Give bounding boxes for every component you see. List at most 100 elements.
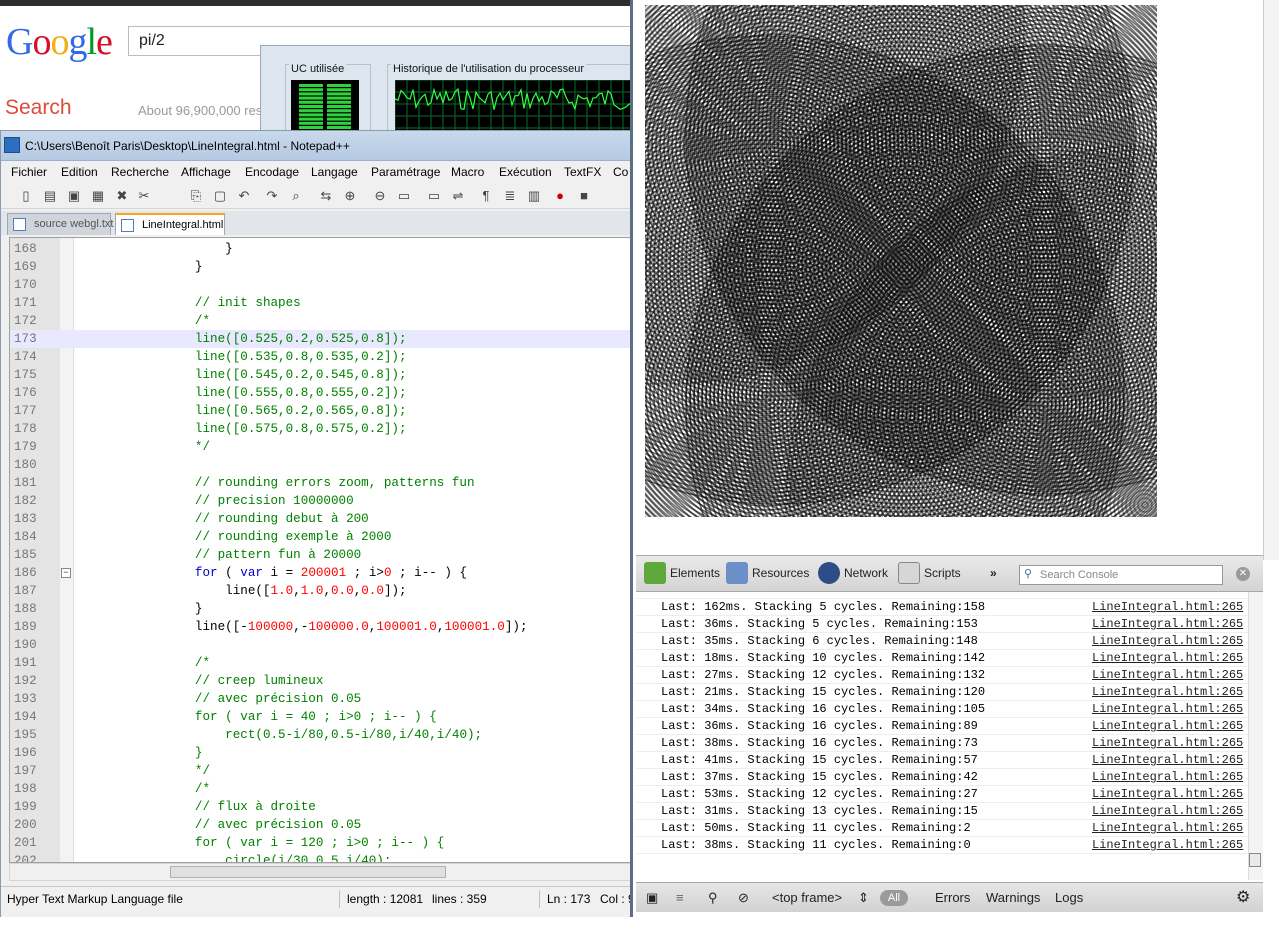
console-source-link[interactable]: LineIntegral.html:265 [1092, 616, 1243, 633]
console-scrollbar[interactable] [1248, 592, 1263, 880]
new-file-icon[interactable]: ▯ [17, 187, 35, 205]
console-source-link[interactable]: LineIntegral.html:265 [1092, 650, 1243, 667]
console-scrollbar-thumb[interactable] [1249, 853, 1261, 867]
console-source-link[interactable]: LineIntegral.html:265 [1092, 684, 1243, 701]
filter-warnings[interactable]: Warnings [986, 890, 1040, 905]
tab-lineintegral[interactable]: LineIntegral.html [115, 213, 225, 235]
console-source-link[interactable]: LineIntegral.html:265 [1092, 701, 1243, 718]
more-tabs-button[interactable]: » [990, 566, 997, 580]
code-text: for ( var i = 200001 ; i>0 ; i-- ) { [74, 564, 467, 582]
console-source-link[interactable]: LineIntegral.html:265 [1092, 667, 1243, 684]
filter-all[interactable]: All [880, 890, 908, 906]
record-macro-icon[interactable]: ● [551, 187, 569, 205]
sync-h-icon[interactable]: ▭ [425, 187, 443, 205]
find-icon[interactable]: ⌕ [287, 187, 305, 205]
resources-icon [726, 562, 748, 584]
close-icon[interactable]: ✖ [113, 187, 131, 205]
menu-item[interactable]: Langage [311, 165, 358, 179]
console-source-link[interactable]: LineIntegral.html:265 [1092, 803, 1243, 820]
search-link[interactable]: Search [5, 96, 72, 120]
save-all-icon[interactable]: ▦ [89, 187, 107, 205]
menu-item[interactable]: TextFX [564, 165, 601, 179]
code-token: 1.0 [300, 584, 324, 598]
horizontal-scrollbar[interactable] [9, 863, 641, 881]
menu-item[interactable]: Macro [451, 165, 484, 179]
console-source-link[interactable]: LineIntegral.html:265 [1092, 752, 1243, 769]
indent-guide-icon[interactable]: ≣ [501, 187, 519, 205]
tab-source-webgl[interactable]: source webgl.txt [7, 213, 113, 235]
undo-icon[interactable]: ↶ [235, 187, 253, 205]
line-number: 169 [14, 260, 37, 274]
code-editor[interactable]: 168 } 169 } 170 171 // init shapes 172 /* 173… [9, 237, 641, 863]
console-source-link[interactable]: LineIntegral.html:265 [1092, 837, 1243, 854]
console-source-link[interactable]: LineIntegral.html:265 [1092, 599, 1243, 616]
rendered-canvas [645, 5, 1157, 517]
copy-icon[interactable]: ⎘ [187, 187, 205, 205]
stop-macro-icon[interactable]: ■ [575, 187, 593, 205]
code-text: // avec précision 0.05 [74, 690, 361, 708]
google-logo[interactable]: Google [6, 20, 113, 64]
open-file-icon[interactable]: ▤ [41, 187, 59, 205]
console-source-link[interactable]: LineIntegral.html:265 [1092, 786, 1243, 803]
console-source-link[interactable]: LineIntegral.html:265 [1092, 633, 1243, 650]
line-number: 187 [14, 584, 37, 598]
frame-selector[interactable]: <top frame> [772, 890, 842, 905]
line-number: 180 [14, 458, 37, 472]
console-drawer-icon[interactable]: ≡ [676, 890, 684, 905]
console-source-link[interactable]: LineIntegral.html:265 [1092, 735, 1243, 752]
tab-resources[interactable]: Resources [752, 566, 809, 580]
doc-length: length : 12081 [347, 892, 424, 906]
console-message-text: Last: 36ms. Stacking 5 cycles. Remaining… [661, 617, 978, 631]
code-token: // avec précision 0.05 [194, 818, 362, 832]
clear-console-icon[interactable]: ⊘ [738, 890, 749, 906]
code-text: /* [74, 780, 210, 798]
menu-item[interactable]: Edition [61, 165, 98, 179]
console-message-text: Last: 38ms. Stacking 11 cycles. Remainin… [661, 838, 971, 852]
inspect-icon[interactable]: ⚲ [708, 890, 718, 906]
menu-item[interactable]: Affichage [181, 165, 231, 179]
replace-icon[interactable]: ⇆ [317, 187, 335, 205]
menu-item[interactable]: Recherche [111, 165, 169, 179]
settings-gear-icon[interactable]: ⚙ [1236, 887, 1250, 907]
redo-icon[interactable]: ↷ [263, 187, 281, 205]
doc-map-icon[interactable]: ▥ [525, 187, 543, 205]
console-message: Last: 162ms. Stacking 5 cycles. Remainin… [636, 599, 1248, 616]
menu-item[interactable]: Paramétrage [371, 165, 440, 179]
console-source-link[interactable]: LineIntegral.html:265 [1092, 820, 1243, 837]
filter-logs[interactable]: Logs [1055, 890, 1083, 905]
search-console-input[interactable]: Search Console [1019, 565, 1223, 585]
page-scrollbar[interactable] [1263, 0, 1279, 560]
tab-scripts[interactable]: Scripts [924, 566, 961, 580]
show-all-chars-icon[interactable]: ¶ [477, 187, 495, 205]
scrollbar-thumb[interactable] [170, 866, 446, 878]
console-message: Last: 35ms. Stacking 6 cycles. Remaining… [636, 633, 1248, 650]
tab-elements[interactable]: Elements [670, 566, 720, 580]
console-source-link[interactable]: LineIntegral.html:265 [1092, 718, 1243, 735]
cpu-usage-label: UC utilisée [289, 63, 347, 75]
zoom-in-icon[interactable]: ⊕ [341, 187, 359, 205]
moire-pattern [645, 5, 1157, 517]
sync-v-icon[interactable]: ▭ [395, 187, 413, 205]
save-icon[interactable]: ▣ [65, 187, 83, 205]
console-message-text: Last: 31ms. Stacking 13 cycles. Remainin… [661, 804, 978, 818]
devtools-status-bar: ▣ ≡ ⚲ ⊘ <top frame> ⇕ All Errors Warning… [636, 882, 1263, 912]
wrap-icon[interactable]: ⇌ [449, 187, 467, 205]
filter-errors[interactable]: Errors [935, 890, 970, 905]
clear-search-icon[interactable]: ✕ [1236, 567, 1250, 581]
code-line: 195 rect(0.5-i/80,0.5-i/80,i/40,i/40); [10, 726, 640, 744]
dock-icon[interactable]: ▣ [646, 890, 658, 906]
fold-toggle-icon[interactable]: − [61, 568, 71, 578]
menu-item[interactable]: Fichier [11, 165, 47, 179]
tab-network[interactable]: Network [844, 566, 888, 580]
paste-icon[interactable]: ▢ [211, 187, 229, 205]
menu-item[interactable]: Exécution [499, 165, 552, 179]
menu-item[interactable]: Encodage [245, 165, 299, 179]
zoom-out-icon[interactable]: ⊖ [371, 187, 389, 205]
menu-item[interactable]: Co [613, 165, 628, 179]
cut-icon[interactable]: ✂ [135, 187, 153, 205]
console-source-link[interactable]: LineIntegral.html:265 [1092, 769, 1243, 786]
